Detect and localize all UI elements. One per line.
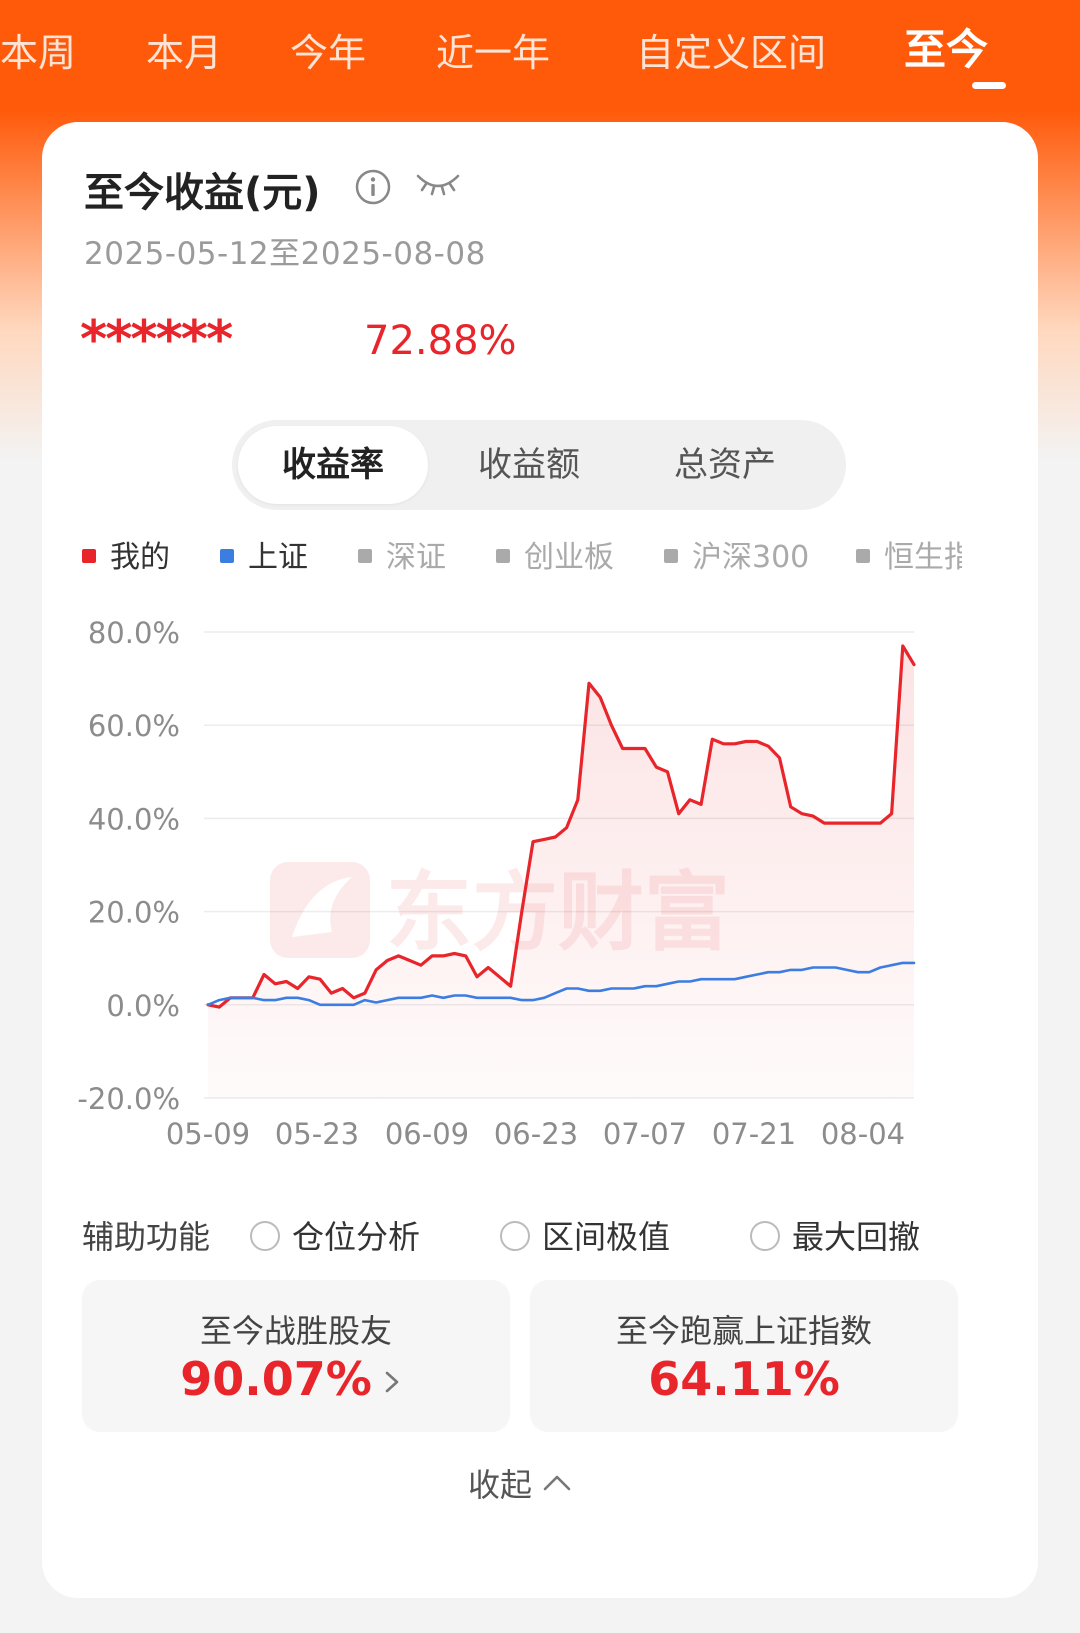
return-percent: 72.88% xyxy=(364,318,517,364)
radio-max-drawdown[interactable]: 最大回撤 xyxy=(750,1212,920,1258)
metric-segmented-control: 收益率 收益额 总资产 xyxy=(232,420,846,510)
segment-return-rate[interactable]: 收益率 xyxy=(238,426,428,504)
chevron-right-icon xyxy=(385,1371,399,1393)
x-tick-label: 06-23 xyxy=(494,1117,578,1151)
legend-csi300[interactable]: 沪深300 xyxy=(664,532,809,576)
radio-circle-icon xyxy=(500,1221,530,1251)
y-tick-label: 40.0% xyxy=(88,802,180,836)
x-tick-label: 05-23 xyxy=(275,1117,359,1151)
radio-label: 区间极值 xyxy=(542,1218,671,1256)
radio-position-analysis[interactable]: 仓位分析 xyxy=(250,1212,420,1258)
legend-shanghai[interactable]: 上证 xyxy=(220,532,308,576)
active-tab-indicator xyxy=(972,82,1006,89)
returns-card: 至今收益(元) 2025-05-12至2025-08-08 ****** 72.… xyxy=(42,122,1038,1598)
legend-hang-seng[interactable]: 恒生指 xyxy=(856,532,962,576)
radio-range-extremes[interactable]: 区间极值 xyxy=(500,1212,670,1258)
tab-this-month[interactable]: 本月 xyxy=(146,22,222,77)
collapse-label: 收起 xyxy=(468,1466,533,1504)
x-tick-label: 06-09 xyxy=(385,1117,469,1151)
legend-label: 沪深300 xyxy=(692,540,810,575)
legend-label: 深证 xyxy=(386,540,446,575)
x-tick-label: 07-07 xyxy=(603,1117,687,1151)
stat-value: 90.07% xyxy=(180,1352,372,1406)
stat-label: 至今跑赢上证指数 xyxy=(615,1312,872,1350)
legend-swatch xyxy=(358,548,372,563)
radio-label: 仓位分析 xyxy=(292,1218,421,1256)
legend-label: 创业板 xyxy=(524,540,614,575)
legend-label: 恒生指 xyxy=(884,540,962,575)
legend-swatch xyxy=(220,548,234,563)
legend-label: 上证 xyxy=(248,540,308,575)
aux-label: 辅助功能 xyxy=(82,1218,211,1256)
y-tick-label: -20.0% xyxy=(77,1082,180,1116)
chart-legend: 我的 上证 深证 创业板 沪深300 恒生指 xyxy=(82,532,962,582)
stat-beat-peers[interactable]: 至今战胜股友 90.07% xyxy=(82,1280,510,1432)
legend-swatch xyxy=(82,548,96,563)
legend-mine[interactable]: 我的 xyxy=(82,532,170,576)
y-tick-label: 80.0% xyxy=(88,616,180,650)
hidden-amount: ****** xyxy=(80,310,233,370)
tab-this-week[interactable]: 本周 xyxy=(0,22,76,77)
stat-beat-shanghai-index: 至今跑赢上证指数 64.11% xyxy=(530,1280,958,1432)
x-tick-label: 08-04 xyxy=(821,1117,905,1151)
tab-custom-range[interactable]: 自定义区间 xyxy=(636,22,826,77)
aux-functions: 辅助功能 仓位分析 区间极值 最大回撤 xyxy=(82,1212,1002,1256)
legend-shenzhen[interactable]: 深证 xyxy=(358,532,446,576)
radio-circle-icon xyxy=(750,1221,780,1251)
card-title: 至今收益(元) xyxy=(84,170,321,216)
period-tabs: 本周 本月 今年 近一年 自定义区间 至今 xyxy=(0,0,1080,118)
chevron-up-icon xyxy=(543,1475,571,1491)
legend-swatch xyxy=(856,548,870,563)
info-icon[interactable] xyxy=(354,168,392,206)
legend-swatch xyxy=(496,548,510,563)
segment-total-assets[interactable]: 总资产 xyxy=(630,426,820,504)
tab-last-year[interactable]: 近一年 xyxy=(436,22,550,77)
returns-line-chart[interactable]: 东方财富 80.0%60.0%40.0%20.0%0.0%-20.0%05-09… xyxy=(42,592,1038,1182)
tab-this-year[interactable]: 今年 xyxy=(290,22,366,77)
tab-to-date[interactable]: 至今 xyxy=(904,16,988,77)
radio-label: 最大回撤 xyxy=(792,1218,921,1256)
x-tick-label: 07-21 xyxy=(712,1117,796,1151)
stat-value: 64.11% xyxy=(648,1352,840,1406)
y-tick-label: 60.0% xyxy=(88,709,180,743)
legend-swatch xyxy=(664,548,678,563)
stat-label: 至今战胜股友 xyxy=(199,1312,392,1350)
x-tick-label: 05-09 xyxy=(166,1117,250,1151)
y-tick-label: 0.0% xyxy=(106,989,180,1023)
segment-return-amount[interactable]: 收益额 xyxy=(434,426,624,504)
radio-circle-icon xyxy=(250,1221,280,1251)
eye-closed-icon[interactable] xyxy=(414,166,462,202)
date-range: 2025-05-12至2025-08-08 xyxy=(84,236,486,272)
y-tick-label: 20.0% xyxy=(88,896,180,930)
collapse-button[interactable]: 收起 xyxy=(468,1460,572,1506)
legend-label: 我的 xyxy=(110,540,170,575)
legend-chinext[interactable]: 创业板 xyxy=(496,532,614,576)
